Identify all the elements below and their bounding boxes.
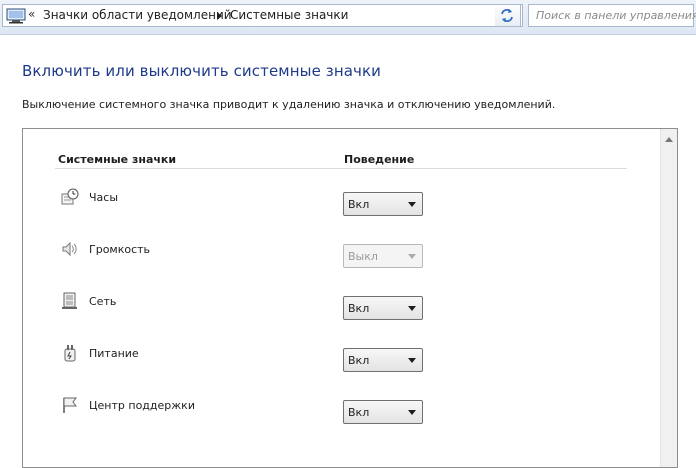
power-icon xyxy=(64,345,76,362)
breadcrumb-system-icons[interactable]: Системные значки xyxy=(230,8,348,22)
volume-icon xyxy=(62,241,77,257)
volume-behavior-value: Выкл xyxy=(348,250,378,263)
chevron-down-icon xyxy=(408,358,416,363)
row-label-network: Сеть xyxy=(89,295,117,308)
column-header-system-icons: Системные значки xyxy=(58,153,177,166)
clock-behavior-value: Вкл xyxy=(348,198,370,211)
chevron-down-icon xyxy=(408,202,416,207)
page-title: Включить или выключить системные значки xyxy=(22,62,382,80)
chevron-down-icon xyxy=(408,306,416,311)
action-center-flag-icon xyxy=(63,397,77,413)
clock-icon xyxy=(61,188,79,205)
action-center-behavior-select[interactable]: Вкл xyxy=(343,400,423,424)
action-center-behavior-value: Вкл xyxy=(348,406,370,419)
chevron-down-icon xyxy=(408,410,416,415)
scroll-up-icon[interactable] xyxy=(665,137,673,142)
clock-behavior-select[interactable]: Вкл xyxy=(343,192,423,216)
vertical-scrollbar[interactable] xyxy=(660,129,677,467)
column-header-behavior: Поведение xyxy=(344,153,415,166)
row-label-action-center: Центр поддержки xyxy=(89,399,195,412)
control-panel-icon xyxy=(6,8,26,24)
address-toolbar: « Значки области уведомлений Системные з… xyxy=(0,0,696,35)
address-bar[interactable]: « Значки области уведомлений Системные з… xyxy=(2,4,523,27)
refresh-button[interactable] xyxy=(495,4,521,27)
page-description: Выключение системного значка приводит к … xyxy=(22,98,556,111)
network-behavior-value: Вкл xyxy=(348,302,370,315)
breadcrumb-notification-icons[interactable]: Значки области уведомлений xyxy=(43,8,232,22)
search-placeholder: Поиск в панели управления xyxy=(536,9,696,22)
chevron-down-icon xyxy=(408,254,416,259)
search-input[interactable]: Поиск в панели управления xyxy=(528,4,696,27)
network-icon xyxy=(62,292,77,309)
recent-locations-chevron[interactable]: « xyxy=(28,7,35,21)
refresh-icon xyxy=(501,9,513,22)
power-behavior-select[interactable]: Вкл xyxy=(343,348,423,372)
header-divider xyxy=(55,168,627,169)
row-label-power: Питание xyxy=(89,347,139,360)
power-behavior-value: Вкл xyxy=(348,354,370,367)
volume-behavior-select: Выкл xyxy=(343,244,423,268)
breadcrumb-separator-icon[interactable] xyxy=(217,12,222,20)
row-label-volume: Громкость xyxy=(89,243,151,256)
network-behavior-select[interactable]: Вкл xyxy=(343,296,423,320)
row-label-clock: Часы xyxy=(89,191,119,204)
system-icons-panel: Системные значки Поведение Часы Вкл Гром… xyxy=(22,128,678,468)
